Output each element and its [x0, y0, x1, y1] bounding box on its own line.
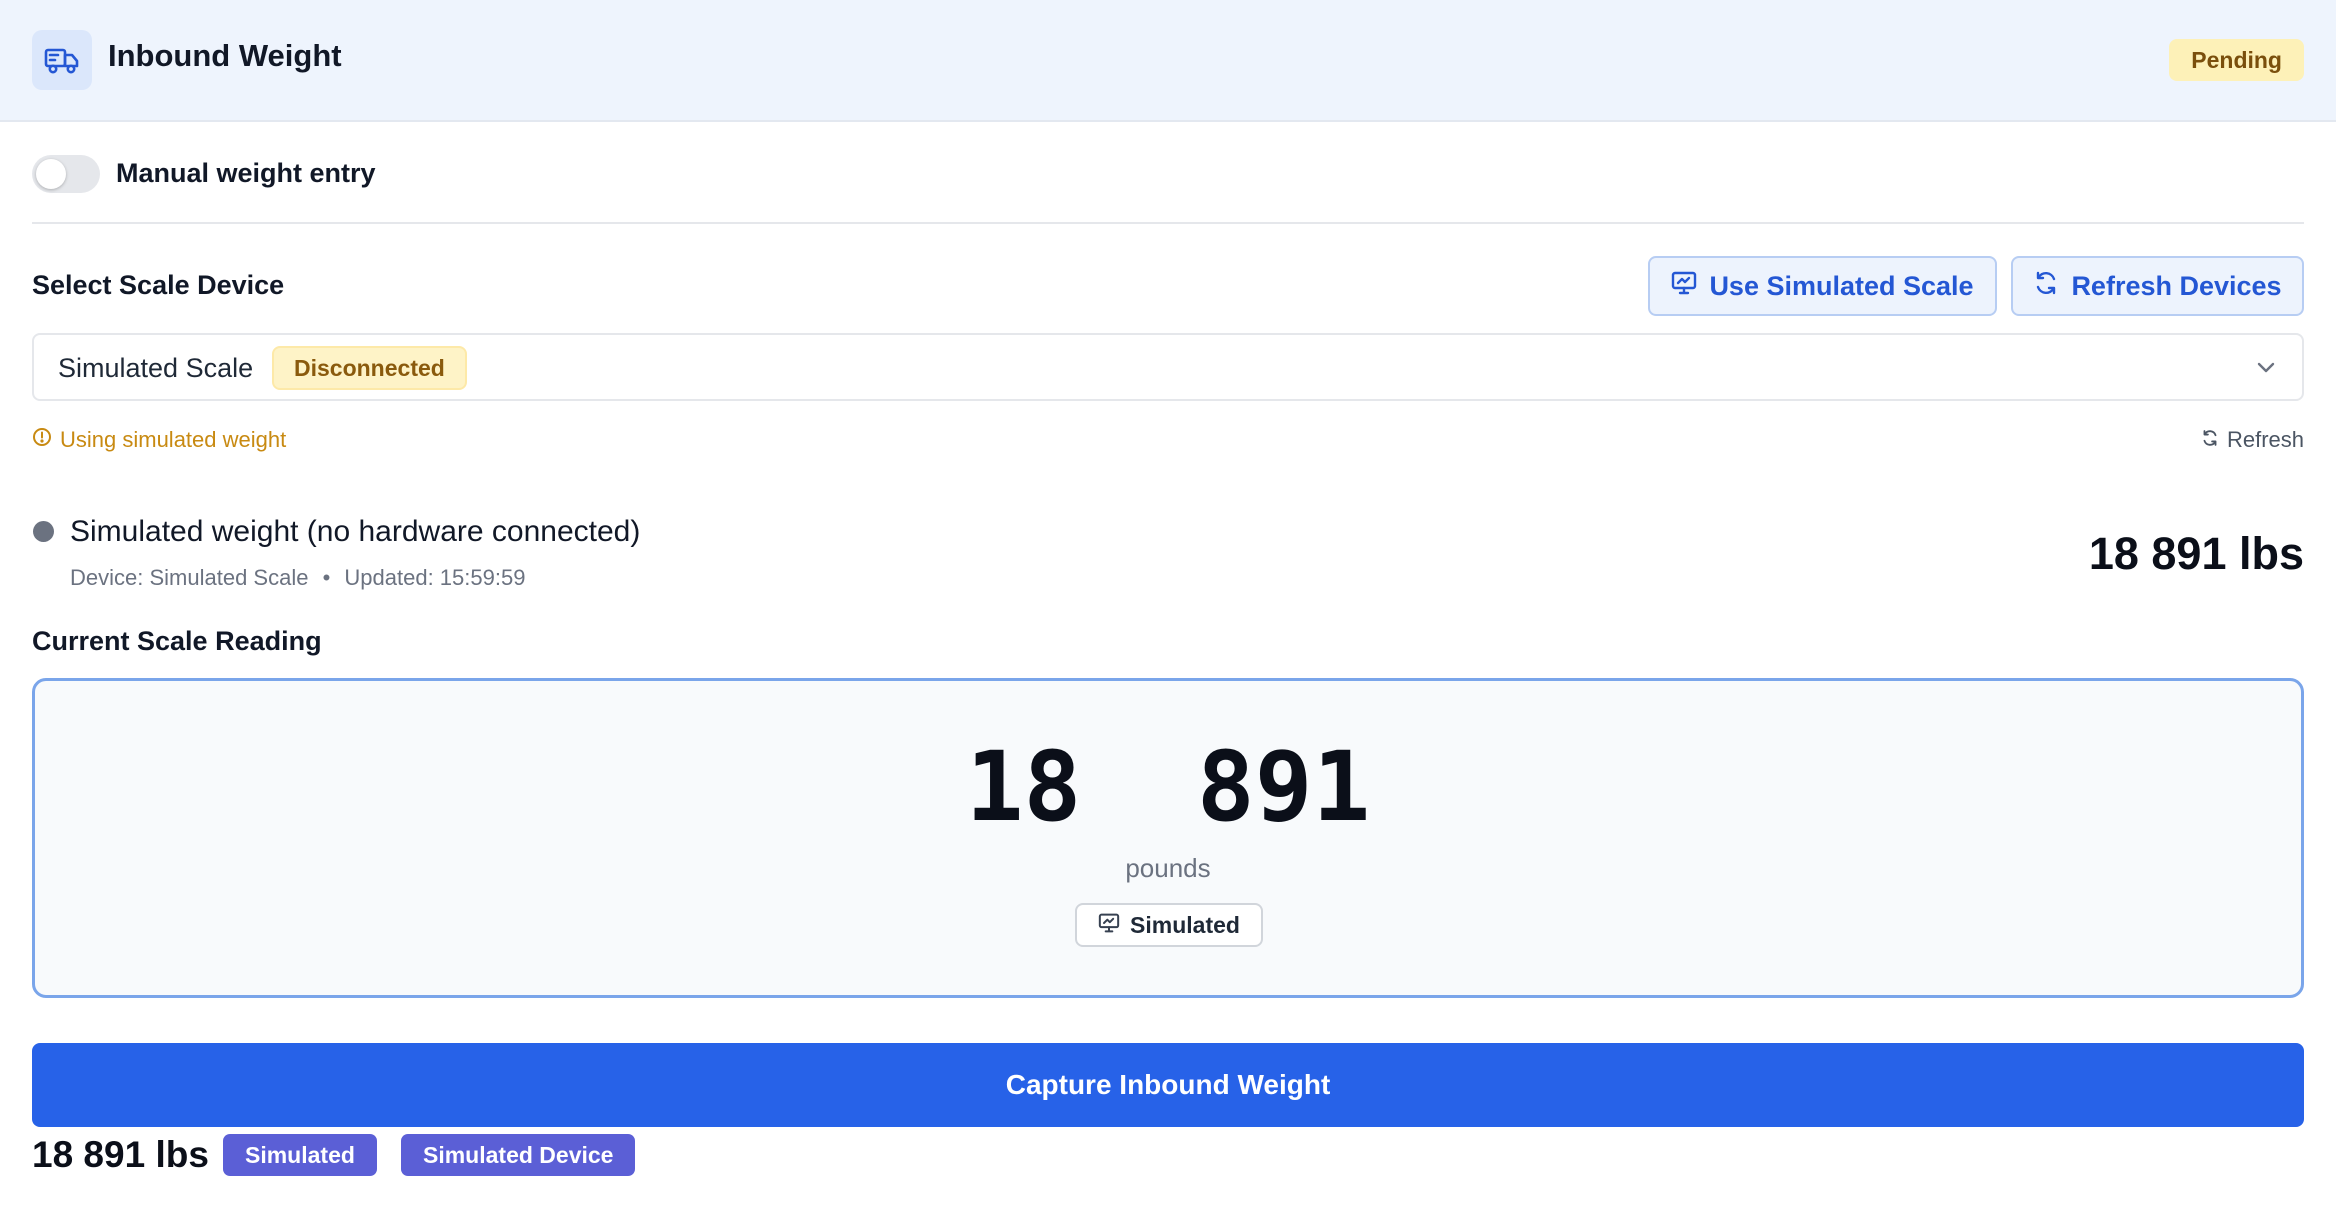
status-meta: Device: Simulated Scale • Updated: 15:59… [70, 565, 525, 591]
status-dot-icon [33, 521, 54, 542]
chevron-down-icon [2254, 355, 2278, 384]
reading-value: 18 891 [965, 731, 1371, 843]
refresh-devices-label: Refresh Devices [2071, 270, 2282, 301]
refresh-link[interactable]: Refresh [2201, 427, 2304, 453]
scale-reading-panel: 18 891 pounds Simulated [32, 678, 2304, 998]
meta-separator: • [322, 565, 331, 590]
use-simulated-scale-label: Use Simulated Scale [1709, 270, 1974, 301]
capture-inbound-weight-button[interactable]: Capture Inbound Weight [32, 1043, 2304, 1127]
toggle-knob [36, 159, 66, 189]
status-weight: 18 891 lbs [2088, 528, 2304, 579]
use-simulated-scale-button[interactable]: Use Simulated Scale [1648, 256, 1997, 316]
connection-status-badge: Disconnected [272, 346, 467, 390]
updated-meta: Updated: 15:59:59 [344, 565, 526, 590]
select-device-label: Select Scale Device [32, 270, 285, 300]
reading-unit: pounds [1125, 853, 1211, 883]
refresh-icon [2033, 270, 2059, 303]
alert-circle-icon [32, 427, 52, 453]
simulated-weight-note: Using simulated weight [32, 427, 286, 453]
card-header: Inbound Weight Pending [0, 0, 2336, 122]
simulated-pill: Simulated [223, 1134, 377, 1176]
simulated-badge-label: Simulated [1130, 911, 1240, 938]
refresh-small-icon [2201, 427, 2219, 453]
monitor-icon [1098, 912, 1120, 939]
simulated-weight-note-text: Using simulated weight [60, 427, 287, 452]
status-badge: Pending [2169, 39, 2304, 81]
current-reading-label: Current Scale Reading [32, 626, 322, 656]
divider [32, 222, 2304, 224]
simulated-badge: Simulated [1075, 903, 1263, 947]
page-title: Inbound Weight [108, 38, 342, 73]
selected-device: Simulated Scale [58, 353, 254, 383]
manual-entry-toggle[interactable] [32, 155, 100, 193]
simulated-device-pill: Simulated Device [401, 1134, 636, 1176]
captured-weight: 18 891 lbs [32, 1134, 209, 1175]
manual-entry-label: Manual weight entry [116, 158, 376, 188]
status-title: Simulated weight (no hardware connected) [70, 515, 641, 548]
device-meta: Device: Simulated Scale [70, 565, 309, 590]
truck-icon [32, 30, 92, 90]
monitor-icon [1671, 271, 1697, 302]
refresh-link-label: Refresh [2226, 427, 2304, 452]
inbound-weight-card: Inbound Weight Pending Manual weight ent… [0, 0, 2336, 1212]
refresh-devices-button[interactable]: Refresh Devices [2011, 256, 2304, 316]
scale-device-select[interactable]: Simulated Scale Disconnected [32, 333, 2304, 401]
